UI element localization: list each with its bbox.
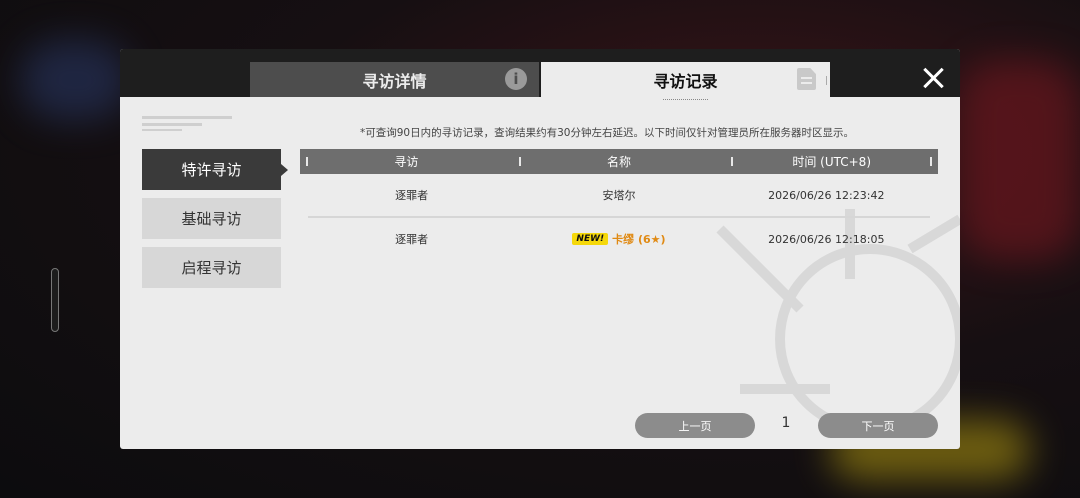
row-type: 逐罪者 — [395, 189, 429, 202]
prev-page-button[interactable]: 上一页 — [635, 413, 755, 438]
tab-details-label: 寻访详情 — [362, 71, 427, 91]
row-name-text: 卡缪 (6★) — [612, 233, 666, 246]
sidebar-item-start[interactable]: 启程寻访 — [142, 247, 281, 288]
sidebar-item-label: 启程寻访 — [181, 259, 242, 277]
sidebar-item-label: 特许寻访 — [181, 161, 242, 179]
tab-details[interactable]: 寻访详情 i — [250, 62, 539, 97]
page-number: 1 — [781, 415, 791, 431]
table-row: 逐罪者 安塔尔 2026/06/26 12:23:42 — [308, 174, 930, 218]
table-row: 逐罪者 NEW! 卡缪 (6★) 2026/06/26 12:18:05 — [308, 218, 930, 260]
notice-text: *可查询90日内的寻访记录，查询结果约有30分钟左右延迟。以下时间仅针对管理员所… — [360, 127, 854, 139]
next-page-button[interactable]: 下一页 — [818, 413, 938, 438]
sidebar-item-basic[interactable]: 基础寻访 — [142, 198, 281, 239]
column-header: 时间 (UTC+8) — [725, 149, 938, 174]
modal-header — [120, 49, 960, 97]
column-header: 名称 — [513, 149, 726, 174]
tab-records-label: 寻访记录 — [653, 68, 718, 100]
new-badge: NEW! — [572, 233, 609, 245]
new-item-name: NEW! 卡缪 (6★) — [572, 231, 666, 247]
tab-divider — [826, 76, 827, 85]
column-header: 寻访 — [300, 149, 513, 174]
table-header: 寻访 名称 时间 (UTC+8) — [300, 149, 938, 174]
records-table: 寻访 名称 时间 (UTC+8) 逐罪者 安塔尔 2026/06/26 12:2… — [300, 149, 938, 260]
gacha-history-modal: 寻访详情 i 寻访记录 特许寻访 基础寻访 启程寻访 *可查询90日内的寻访记录… — [120, 49, 960, 449]
sidebar-item-special[interactable]: 特许寻访 — [142, 149, 288, 190]
close-icon[interactable] — [920, 65, 946, 91]
info-icon: i — [505, 68, 527, 90]
row-time: 2026/06/26 12:23:42 — [768, 188, 885, 202]
row-type: 逐罪者 — [395, 233, 429, 246]
row-name: 安塔尔 — [602, 189, 636, 202]
decorative-logo — [142, 116, 232, 136]
background-glow — [20, 40, 130, 120]
background-glow — [960, 60, 1080, 260]
row-name: NEW! 卡缪 (6★) — [515, 218, 722, 260]
document-icon — [797, 68, 816, 90]
side-scroll-handle[interactable] — [51, 268, 59, 332]
tab-records[interactable]: 寻访记录 — [541, 62, 830, 100]
sidebar-item-label: 基础寻访 — [181, 210, 242, 228]
sidebar: 特许寻访 基础寻访 启程寻访 — [142, 149, 288, 296]
row-time: 2026/06/26 12:18:05 — [768, 232, 885, 246]
